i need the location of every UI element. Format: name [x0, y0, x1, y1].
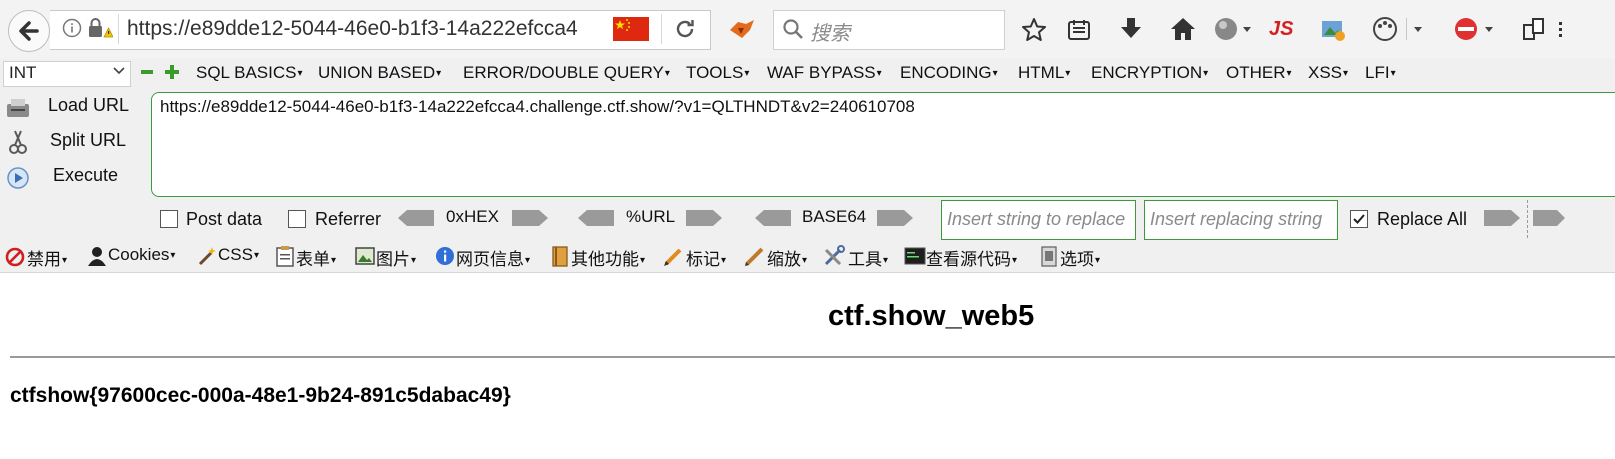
injection-type-value: INT [9, 63, 37, 82]
scissors-icon [9, 130, 27, 154]
horizontal-rule [10, 356, 1615, 358]
replace-all-checkbox[interactable] [1350, 210, 1368, 228]
url-encoding-label: %URL [626, 207, 676, 226]
insecure-lock-icon[interactable] [87, 17, 114, 44]
info-icon[interactable] [62, 18, 82, 43]
toolbar-forms[interactable]: 表单 [296, 245, 336, 270]
china-flag-icon [613, 17, 649, 41]
reload-divider [661, 14, 662, 44]
chevron-down-icon [112, 64, 126, 83]
toolbar-tools[interactable]: 工具 [848, 245, 888, 270]
menu-waf-bypass[interactable]: WAF BYPASS [767, 63, 882, 83]
menu-other[interactable]: OTHER [1226, 63, 1292, 83]
increase-icon[interactable] [164, 64, 180, 85]
images-icon [355, 247, 375, 270]
menu-error-double-query[interactable]: ERROR/DOUBLE QUERY [463, 63, 670, 83]
toolbar-page-info[interactable]: 网页信息 [456, 245, 530, 270]
css-wand-icon [197, 246, 217, 271]
flag-text: ctfshow{97600cec-000a-48e1-9b24-891c5dab… [10, 384, 511, 407]
split-url-button[interactable]: Split URL [0, 126, 148, 158]
menu-encryption[interactable]: ENCRYPTION [1091, 63, 1208, 83]
execute-button[interactable]: Execute [0, 161, 148, 193]
bookmark-star-icon[interactable] [1021, 17, 1047, 48]
toolbar-cookies[interactable]: Cookies [108, 245, 175, 265]
menu-html[interactable]: HTML [1018, 63, 1070, 83]
toolbar-options[interactable]: 选项 [1060, 245, 1100, 270]
hackbar-divider [1527, 200, 1529, 238]
js-toggle-icon[interactable]: JS [1269, 18, 1293, 41]
replace-all-label: Replace All [1377, 209, 1468, 229]
decrease-icon[interactable] [140, 65, 154, 84]
image-addon-icon[interactable] [1320, 16, 1346, 47]
post-data-label: Post data [186, 209, 263, 229]
reading-list-icon[interactable] [1067, 18, 1091, 47]
url-textarea-value: https://e89dde12-5044-46e0-b1f3-14a222ef… [160, 97, 915, 116]
menu-sql-basics[interactable]: SQL BASICS [196, 63, 303, 83]
view-source-icon [904, 247, 926, 270]
sync-tabs-icon[interactable] [1521, 16, 1547, 47]
search-placeholder: 搜索 [810, 23, 850, 45]
toolbar-css[interactable]: CSS [218, 245, 259, 265]
menu-encoding[interactable]: ENCODING [900, 63, 998, 83]
disable-icon [5, 247, 25, 272]
back-arrow-icon [19, 21, 39, 41]
cookies-icon [86, 246, 108, 271]
execute-label: Execute [53, 165, 119, 185]
home-icon[interactable] [1170, 16, 1196, 47]
base64-label: BASE64 [802, 207, 867, 226]
toolbar-view-source[interactable]: 查看源代码 [926, 245, 1017, 270]
page-title: ctf.show_web5 [828, 300, 1035, 332]
menu-tools[interactable]: TOOLS [686, 63, 749, 83]
hex-label: 0xHEX [446, 207, 499, 226]
toolbar-images[interactable]: 图片 [376, 245, 416, 270]
replace-from-placeholder: Insert string to replace [947, 209, 1126, 229]
tools-wrench-icon [823, 245, 847, 272]
menu-lfi[interactable]: LFI [1365, 63, 1396, 83]
toolbar-resize[interactable]: 缩放 [767, 245, 807, 270]
menu-union-based[interactable]: UNION BASED [318, 63, 441, 83]
url-text[interactable]: https://e89dde12-5044-46e0-b1f3-14a222ef… [127, 17, 579, 41]
referrer-label: Referrer [315, 209, 382, 229]
split-url-label: Split URL [50, 130, 127, 150]
checkmark-icon [1353, 214, 1365, 224]
toolbar-misc[interactable]: 其他功能 [571, 245, 645, 270]
menu-xss[interactable]: XSS [1308, 63, 1348, 83]
palette-icon[interactable] [1372, 16, 1424, 47]
reload-icon[interactable] [673, 17, 697, 46]
info-circle-icon [435, 246, 455, 271]
red-addon-icon[interactable] [1453, 16, 1499, 47]
misc-book-icon [551, 245, 569, 272]
resize-icon [744, 245, 766, 272]
url-divider [118, 14, 119, 44]
globe-addon-icon[interactable] [1213, 16, 1253, 47]
forms-icon [275, 245, 295, 272]
toolbar-disable[interactable]: 禁用 [27, 245, 67, 270]
addon-fox-icon[interactable] [728, 16, 756, 47]
search-box[interactable] [773, 10, 1005, 50]
downloads-icon[interactable] [1119, 16, 1143, 47]
back-button[interactable] [8, 10, 50, 52]
toolbar-outline[interactable]: 标记 [686, 245, 726, 270]
options-icon [1039, 245, 1059, 272]
search-icon [781, 17, 805, 46]
post-data-checkbox[interactable] [160, 210, 178, 228]
load-url-icon [7, 99, 29, 117]
load-url-label: Load URL [48, 95, 130, 115]
replace-to-placeholder: Insert replacing string [1150, 209, 1323, 229]
referrer-checkbox[interactable] [288, 210, 306, 228]
load-url-button[interactable]: Load URL [0, 91, 148, 123]
play-icon [7, 167, 29, 189]
menu-icon[interactable] [1557, 16, 1577, 47]
outline-pencil-icon [663, 245, 685, 272]
